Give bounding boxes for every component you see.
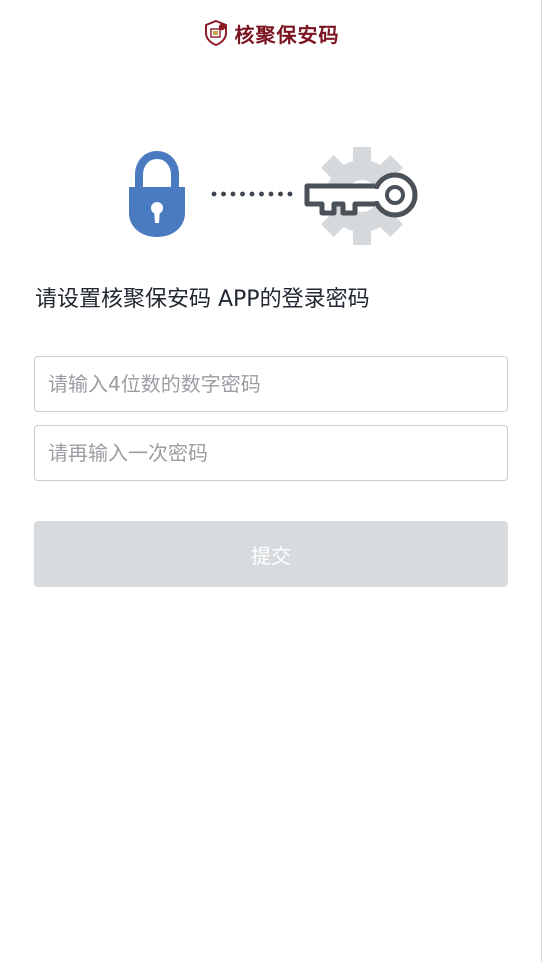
- app-header: 核聚保安码: [0, 14, 542, 52]
- key-gear-icon: [304, 147, 418, 245]
- set-password-page: 核聚保安码 请设置核聚保安码 APP的登录密码 提交: [0, 0, 542, 962]
- confirm-password-input[interactable]: [34, 425, 508, 481]
- brand-title: 核聚保安码: [234, 22, 340, 47]
- set-password-prompt: 请设置核聚保安码 APP的登录密码: [35, 287, 370, 312]
- dots-icon: [211, 191, 293, 197]
- shield-logo-icon: [204, 19, 227, 47]
- submit-button[interactable]: 提交: [34, 521, 508, 587]
- security-illustration: [0, 145, 542, 245]
- lock-icon: [129, 151, 185, 237]
- password-input[interactable]: [34, 356, 508, 412]
